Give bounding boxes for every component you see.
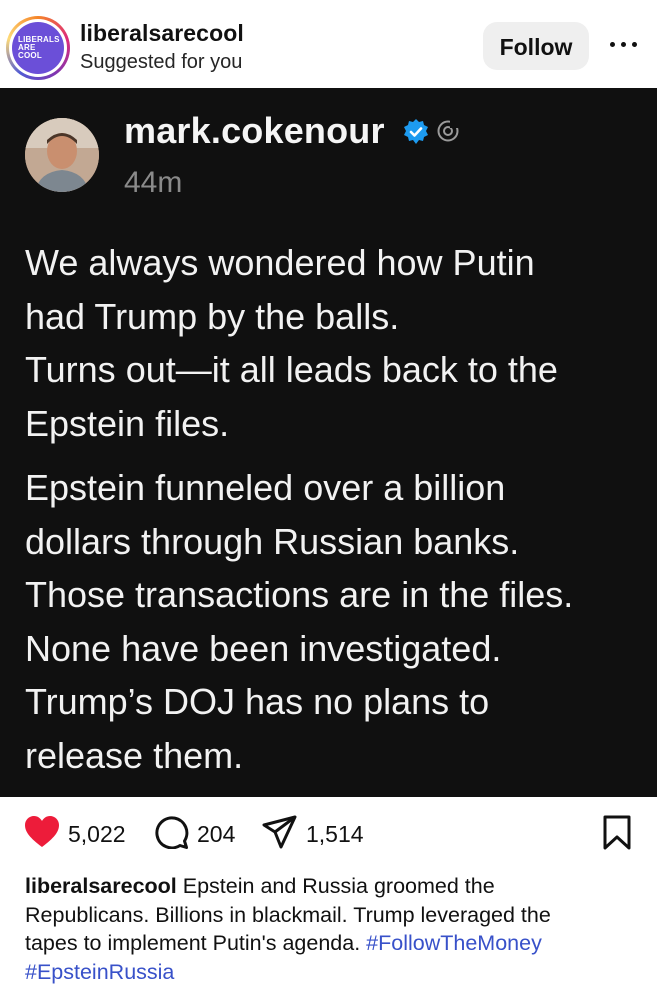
comment-icon [155,816,189,849]
like-count: 5,022 [68,821,126,847]
ellipsis-icon[interactable] [604,32,644,56]
author-name: mark.cokenour [124,110,385,151]
post-text-paragraph-1: We always wondered how Putin had Trump b… [25,242,558,444]
comment-button[interactable]: 204 [153,815,248,851]
save-button[interactable] [602,815,632,851]
hashtag-epstein-russia[interactable]: #EpsteinRussia [25,960,174,984]
post-image[interactable]: mark.cokenour 44m We always wondered how… [0,88,657,797]
caption-text-3: tapes to implement Putin's agenda. [25,931,367,955]
caption-text-1: Epstein and Russia groomed the [176,874,495,898]
caption-username[interactable]: liberalsarecool [25,874,177,898]
hashtag-follow-the-money[interactable]: #FollowTheMoney [366,931,542,955]
post-time: 44m [124,166,183,199]
post-text-paragraph-2: Epstein funneled over a billion dollars … [25,467,574,776]
liberalsarecool-logo: LIBERALS ARE COOL [12,22,64,74]
heart-icon [25,816,59,847]
like-button[interactable]: 5,022 [24,815,134,851]
share-button[interactable]: 1,514 [262,815,372,851]
action-bar: 5,022 204 1,514 [0,797,657,869]
caption-text-2: Republicans. Billions in blackmail. Trum… [25,902,551,927]
bookmark-icon [603,815,631,850]
verified-badge-icon [404,119,428,144]
send-icon [262,815,297,849]
account-avatar[interactable]: LIBERALS ARE COOL [6,16,70,80]
threads-icon [437,120,460,142]
suggested-label: Suggested for you [80,51,243,73]
follow-button[interactable]: Follow [483,22,589,70]
comment-count: 204 [197,821,236,847]
post-caption: liberalsarecool Epstein and Russia groom… [25,872,640,986]
post-header: LIBERALS ARE COOL liberalsarecool Sugges… [0,0,657,88]
author-avatar [25,118,99,192]
account-name[interactable]: liberalsarecool [80,20,244,47]
share-count: 1,514 [306,821,364,847]
